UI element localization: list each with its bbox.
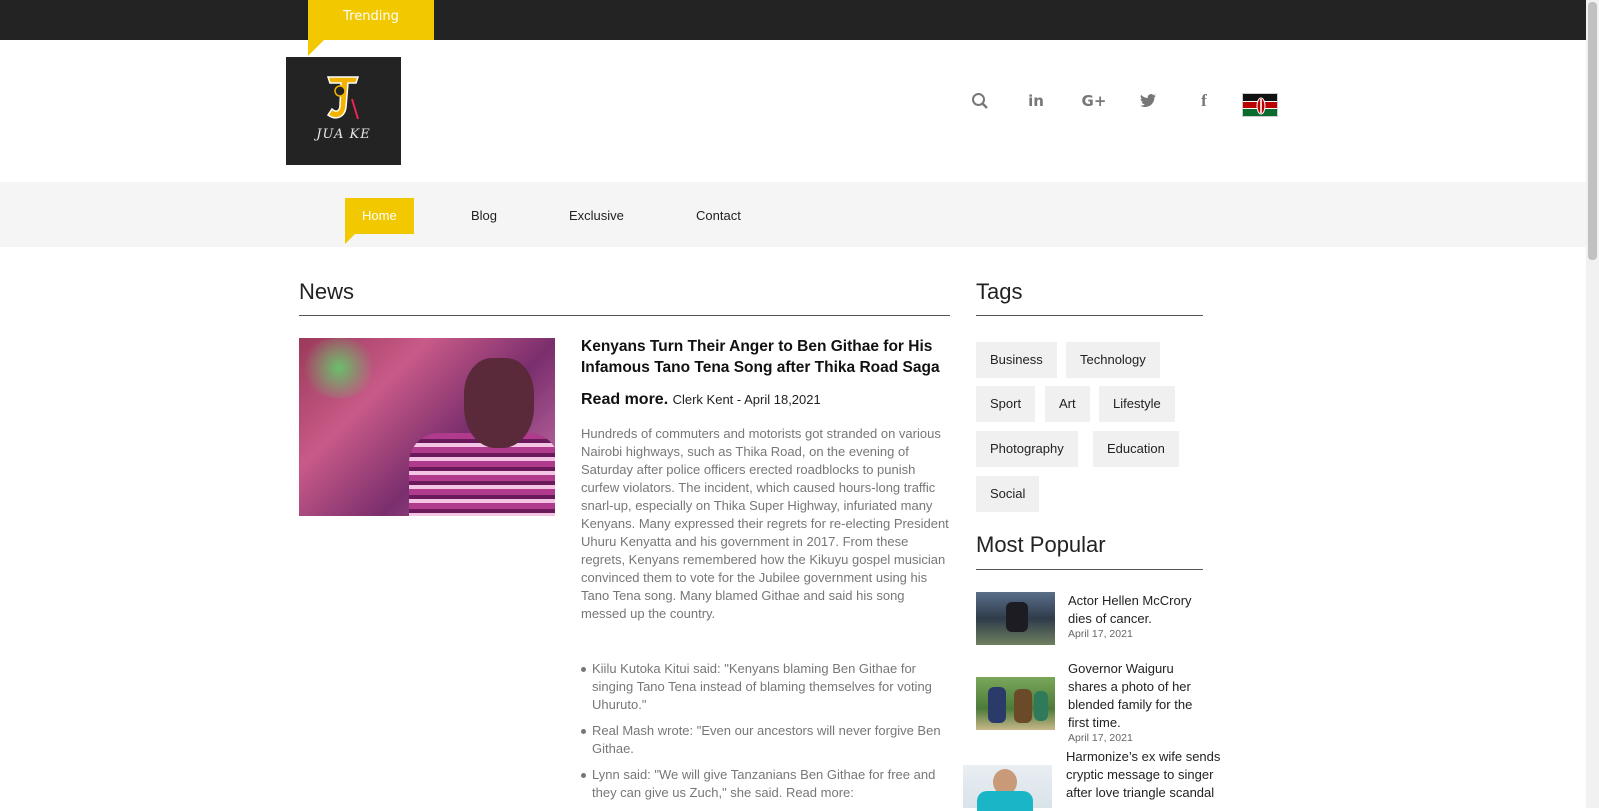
tag-technology[interactable]: Technology xyxy=(1066,342,1160,378)
logo-mark-icon xyxy=(326,76,360,120)
linkedin-icon[interactable]: in xyxy=(1023,88,1049,114)
list-item: Lynn said: "We will give Tanzanians Ben … xyxy=(581,766,953,802)
tag-art[interactable]: Art xyxy=(1045,386,1090,422)
nav-item-blog[interactable]: Blog xyxy=(471,198,497,234)
tag-social[interactable]: Social xyxy=(976,476,1040,512)
tag-sport[interactable]: Sport xyxy=(976,386,1036,422)
article-meta: Read more. Clerk Kent - April 18,2021 xyxy=(581,391,951,409)
nav-item-exclusive[interactable]: Exclusive xyxy=(569,198,624,234)
popular-item-title[interactable]: Harmonize’s ex wife sends cryptic messag… xyxy=(1066,748,1231,802)
tags-section-title: Tags xyxy=(976,279,1023,304)
facebook-icon[interactable]: f xyxy=(1191,88,1217,114)
tag-photography[interactable]: Photography xyxy=(976,431,1078,467)
image-background-blob xyxy=(299,338,379,398)
article-byline: Clerk Kent - April 18,2021 xyxy=(672,392,821,407)
article-image[interactable] xyxy=(299,338,555,516)
main-navbar: Home Blog Exclusive Contact xyxy=(0,182,1586,247)
news-divider xyxy=(299,315,950,316)
article-title[interactable]: Kenyans Turn Their Anger to Ben Githae f… xyxy=(581,336,951,378)
popular-item-date: April 17, 2021 xyxy=(1068,732,1133,744)
list-item: Kiilu Kutoka Kitui said: "Kenyans blamin… xyxy=(581,660,953,714)
tags-divider xyxy=(976,315,1203,316)
popular-divider xyxy=(976,569,1203,570)
tag-business[interactable]: Business xyxy=(976,342,1057,378)
site-logo[interactable]: JUA KE xyxy=(286,57,401,165)
popular-item-title[interactable]: Actor Hellen McCrory dies of cancer. xyxy=(1068,592,1213,628)
scrollbar-thumb[interactable] xyxy=(1588,2,1597,260)
page-scrollbar[interactable] xyxy=(1586,0,1599,808)
trending-button[interactable]: Trending xyxy=(308,0,434,56)
popular-item-image[interactable] xyxy=(976,592,1055,645)
article-body: Hundreds of commuters and motorists got … xyxy=(581,426,949,621)
twitter-icon[interactable] xyxy=(1135,88,1161,114)
list-item: Real Mash wrote: "Even our ancestors wil… xyxy=(581,722,953,758)
read-more-link[interactable]: Read more. xyxy=(581,391,668,408)
popular-item-title[interactable]: Governor Waiguru shares a photo of her b… xyxy=(1068,660,1213,732)
image-face xyxy=(464,358,534,448)
most-popular-title: Most Popular xyxy=(976,532,1106,557)
kenya-flag-icon[interactable] xyxy=(1242,93,1278,117)
top-bar: Trending xyxy=(0,0,1586,56)
tag-lifestyle[interactable]: Lifestyle xyxy=(1099,386,1175,422)
popular-item-date: April 17, 2021 xyxy=(1068,628,1133,640)
google-plus-icon[interactable]: G+ xyxy=(1079,88,1109,114)
popular-item-image[interactable] xyxy=(976,677,1055,730)
tag-education[interactable]: Education xyxy=(1093,431,1179,467)
nav-item-contact[interactable]: Contact xyxy=(696,198,741,234)
popular-item-image[interactable] xyxy=(963,765,1052,811)
nav-item-home[interactable]: Home xyxy=(345,198,414,244)
search-icon[interactable] xyxy=(967,88,993,114)
news-section-title: News xyxy=(299,279,355,304)
image-shirt xyxy=(409,433,555,516)
article-quotes: Kiilu Kutoka Kitui said: "Kenyans blamin… xyxy=(581,660,953,810)
logo-text: JUA KE xyxy=(316,127,371,142)
